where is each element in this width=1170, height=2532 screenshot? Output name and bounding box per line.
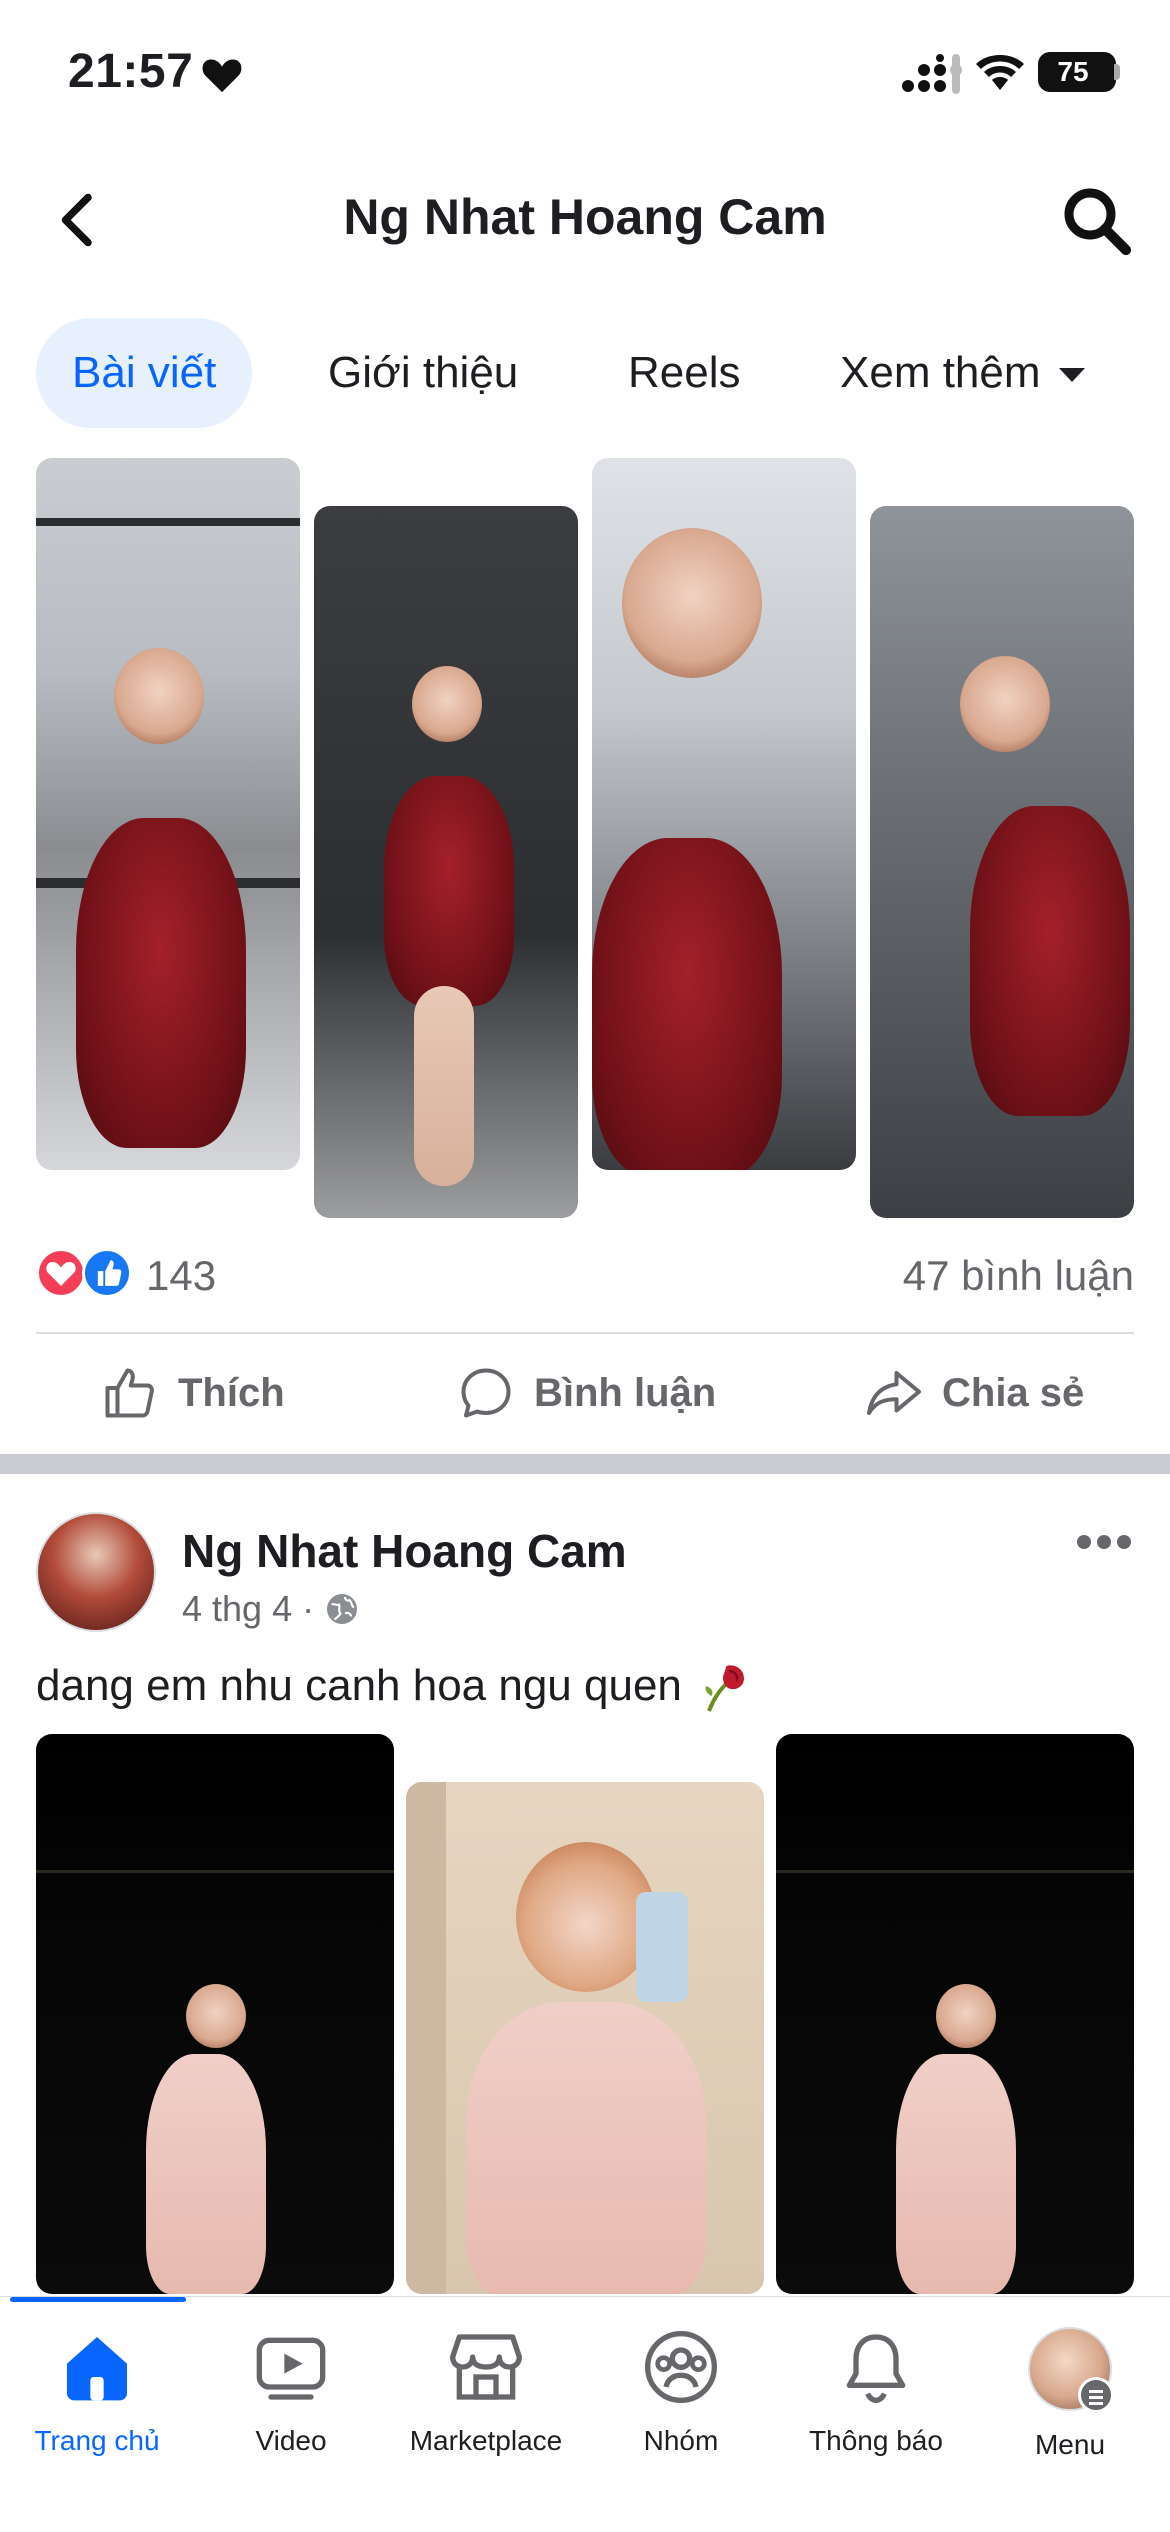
search-icon[interactable] — [1060, 184, 1132, 256]
post-caption: dang em nhu canh hoa ngu quen — [36, 1656, 754, 1716]
cellular-signal-icon — [902, 54, 962, 94]
video-icon — [256, 2337, 326, 2400]
meta-separator: · — [302, 1588, 315, 1629]
nav-marketplace[interactable]: Marketplace — [386, 2327, 586, 2457]
photo-subject-dress — [146, 2054, 266, 2294]
share-arrow-icon — [867, 1371, 921, 1415]
battery-level: 75 — [1057, 56, 1089, 87]
horizon-lights — [776, 1870, 1134, 1873]
thumbs-up-icon — [105, 1368, 154, 1418]
like-reaction-icon — [82, 1248, 132, 1298]
share-label: Chia sẻ — [942, 1370, 1085, 1415]
door-frame — [406, 1782, 446, 2294]
divider — [36, 1332, 1134, 1334]
post-photo-3[interactable] — [592, 458, 856, 1170]
wifi-icon — [976, 55, 1024, 90]
profile-avatar — [1028, 2327, 1114, 2413]
post-caption-text: dang em nhu canh hoa ngu quen — [36, 1661, 682, 1710]
post-photo-night-2[interactable] — [776, 1734, 1134, 2294]
bell-icon — [846, 2334, 906, 2404]
nav-menu-label: Menu — [1034, 2429, 1106, 2460]
tab-xem-them-label: Xem thêm — [840, 348, 1041, 397]
nav-video[interactable]: Video — [191, 2327, 391, 2457]
tab-gioi-thieu[interactable]: Giới thiệu — [292, 318, 554, 428]
bottom-navigation: Trang chủ Video Marketplace Nhóm Thông b… — [0, 2296, 1170, 2532]
post-photo-1[interactable] — [36, 458, 300, 1170]
post-actions: Thích Bình luận Chia sẻ — [0, 1350, 1170, 1436]
profile-tabs: Bài viết Giới thiệu Reels Xem thêm — [0, 318, 1170, 430]
comment-button[interactable]: Bình luận — [456, 1350, 716, 1436]
groups-icon — [645, 2331, 717, 2403]
share-button[interactable]: Chia sẻ — [864, 1350, 1084, 1436]
battery-cap — [1114, 64, 1120, 80]
status-bar: 21:57 75 — [0, 0, 1170, 150]
post-photo-night-1[interactable] — [36, 1734, 394, 2294]
post-separator — [0, 1454, 1170, 1474]
menu-hamburger-icon — [1078, 2377, 1114, 2413]
tab-bai-viet[interactable]: Bài viết — [36, 318, 253, 428]
post-photo-4[interactable] — [870, 506, 1134, 1218]
nav-video-label: Video — [255, 2425, 327, 2456]
page-title: Ng Nhat Hoang Cam — [343, 189, 827, 245]
nav-notifications-label: Thông báo — [809, 2425, 943, 2456]
photo-subject-dress — [76, 818, 246, 1148]
post-meta: 4 thg 4 · — [182, 1588, 360, 1630]
comment-count[interactable]: 47 bình luận — [903, 1252, 1134, 1300]
photo-subject-head — [622, 528, 762, 678]
photo-subject-legs — [414, 986, 474, 1186]
railing — [36, 518, 300, 526]
author-avatar[interactable] — [36, 1512, 156, 1632]
love-reaction-icon — [36, 1248, 86, 1298]
caret-down-icon — [1058, 368, 1085, 383]
active-tab-indicator — [10, 2297, 186, 2302]
nav-marketplace-label: Marketplace — [409, 2425, 563, 2456]
nav-home-label: Trang chủ — [34, 2425, 160, 2456]
tab-xem-them[interactable]: Xem thêm — [804, 318, 1121, 428]
like-label: Thích — [178, 1370, 285, 1415]
comment-label: Bình luận — [534, 1370, 717, 1415]
photo-subject-dress — [592, 838, 782, 1170]
page-header: Ng Nhat Hoang Cam — [0, 160, 1170, 280]
post-photo-selfie[interactable] — [406, 1782, 764, 2294]
marketplace-icon — [450, 2334, 522, 2400]
heart-icon — [202, 59, 242, 93]
photo-subject-dress — [466, 2002, 706, 2294]
post-author-name[interactable]: Ng Nhat Hoang Cam — [182, 1524, 627, 1578]
comment-bubble-icon — [461, 1368, 511, 1418]
status-time: 21:57 — [68, 45, 194, 98]
nav-notifications[interactable]: Thông báo — [776, 2327, 976, 2457]
post-photo-2[interactable] — [314, 506, 578, 1218]
battery-indicator: 75 — [1038, 52, 1116, 92]
like-button[interactable]: Thích — [100, 1350, 285, 1436]
photo-subject-dress — [970, 806, 1130, 1116]
photo-subject-head — [936, 1984, 996, 2048]
photo-subject-head — [412, 666, 482, 742]
photo-subject-head — [114, 648, 204, 744]
phone-in-hand — [636, 1892, 688, 2002]
photo-subject-head — [960, 656, 1050, 752]
nav-home[interactable]: Trang chủ — [0, 2327, 197, 2457]
nav-groups-label: Nhóm — [643, 2425, 719, 2456]
nav-menu[interactable]: Menu — [970, 2327, 1170, 2461]
back-arrow-icon[interactable] — [48, 190, 108, 250]
globe-privacy-icon — [327, 1594, 358, 1624]
photo-subject-head — [186, 1984, 246, 2048]
photo-subject-dress — [384, 776, 514, 1006]
photo-subject-dress — [896, 2054, 1016, 2294]
tab-reels[interactable]: Reels — [592, 318, 777, 428]
wilted-rose-emoji — [705, 1665, 744, 1712]
home-icon — [67, 2337, 127, 2401]
nav-groups[interactable]: Nhóm — [581, 2327, 781, 2457]
post-date[interactable]: 4 thg 4 — [182, 1588, 292, 1630]
more-options-icon[interactable] — [1076, 1530, 1132, 1554]
horizon-lights — [36, 1870, 394, 1873]
photo-subject-head — [516, 1842, 656, 1992]
reaction-count: 143 — [146, 1252, 217, 1299]
